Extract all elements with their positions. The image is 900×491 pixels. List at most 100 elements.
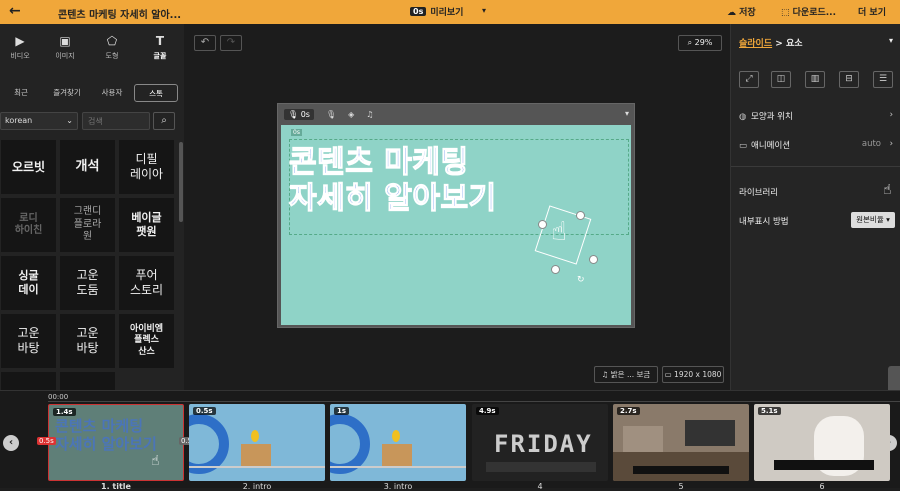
chevron-right-icon: › xyxy=(889,110,893,120)
clip-thumbnail[interactable]: 5.1s xyxy=(754,404,890,481)
scroll-left-icon[interactable]: ‹ xyxy=(3,435,19,451)
animation-row[interactable]: ▭ 애니메이션 auto › xyxy=(739,139,893,151)
search-icon[interactable]: ⌕ xyxy=(153,112,175,130)
preview-button[interactable]: 0s 미리보기 xyxy=(410,5,463,18)
background-music-button[interactable]: ♫ 밝은 ... 보금 xyxy=(594,366,658,383)
music-note-icon[interactable]: ♫ xyxy=(366,110,373,119)
timeline-ruler xyxy=(48,401,900,402)
animation-icon: ▭ xyxy=(739,141,748,151)
undo-icon[interactable]: ↶ xyxy=(194,35,216,51)
font-item[interactable]: 오르빗 xyxy=(1,140,56,194)
font-item[interactable]: 그랜디 플로라 원 xyxy=(60,198,115,252)
clip-thumbnail[interactable]: 4.9s FRIDAY xyxy=(472,404,608,481)
timecode: 00:00 xyxy=(48,393,69,401)
pointer-cursor-icon: ☝ xyxy=(883,182,892,198)
align-middle-horizontal-icon[interactable]: ⊟ xyxy=(839,71,859,88)
clip-label: 2. intro xyxy=(242,482,272,491)
font-item[interactable] xyxy=(60,372,115,390)
download-button[interactable]: ⬚ 다운로드... xyxy=(781,5,836,18)
align-rows-icon[interactable]: ☰ xyxy=(873,71,893,88)
clip-label: 4 xyxy=(537,482,543,491)
font-item[interactable]: 로디 하이친 xyxy=(1,198,56,252)
shape-icon: ⬠ xyxy=(106,34,118,48)
slide-toolbar: 🎙 0s 🎙 ◈ ♫ ▾ xyxy=(278,104,634,125)
tool-font[interactable]: T 글꼴 xyxy=(140,34,180,61)
tab-user[interactable]: 사용자 xyxy=(92,84,132,102)
breadcrumb-slide-link[interactable]: 슬라이드 xyxy=(739,39,772,49)
resize-handle[interactable] xyxy=(589,255,598,264)
clip-thumbnail[interactable]: 2.7s xyxy=(613,404,749,481)
tool-video[interactable]: ▶ 비디오 xyxy=(0,34,40,61)
clip-label: 3. intro xyxy=(383,482,413,491)
slide-canvas[interactable]: 0s 콘텐츠 마케팅 자세히 알아보기 ☝ ↻ xyxy=(281,125,631,325)
clip-thumbnail[interactable]: 1.4s 콘텐츠 마케팅 자세히 알아보기 ☝ xyxy=(48,404,184,481)
font-item[interactable]: 고운 바탕 xyxy=(60,314,115,368)
font-item[interactable]: 싱굴 데이 xyxy=(1,256,56,310)
zoom-control[interactable]: ⌕ 29% xyxy=(678,35,722,51)
clip-duration: 1.4s xyxy=(53,408,76,416)
panel-divider xyxy=(731,166,900,167)
resize-handle[interactable] xyxy=(551,265,560,274)
preview-dropdown-icon[interactable]: ▾ xyxy=(482,6,486,15)
text-icon: T xyxy=(155,34,165,48)
left-panel: ▶ 비디오 ▣ 이미지 ⬠ 도형 T 글꼴 최근 즐겨찾기 사용자 스톡 korean ⌄… xyxy=(0,24,184,390)
clip-duration: 5.1s xyxy=(758,407,781,415)
font-search-input[interactable] xyxy=(82,112,150,130)
top-bar: ← 콘텐츠 마케팅 자세히 알아... 0s 미리보기 ▾ ☁ 저장 ⬚ 다운로… xyxy=(0,0,900,24)
properties-panel: 슬라이드 > 요소 ▾ ⤢ ◫ ▥ ⊟ ☰ ◍ 모양과 위치 › ▭ 애니메이션 au… xyxy=(730,24,900,390)
tool-image[interactable]: ▣ 이미지 xyxy=(45,34,85,61)
preview-label: 미리보기 xyxy=(430,8,464,18)
slide-title-text[interactable]: 콘텐츠 마케팅 자세히 알아보기 xyxy=(288,144,496,217)
mic-icon[interactable]: 🎙 xyxy=(326,110,336,119)
clip-title-preview: 콘텐츠 마케팅 자세히 알아보기 xyxy=(55,417,157,453)
ratio-select[interactable]: 원본비율 ▾ xyxy=(851,212,895,228)
chevron-right-icon: › xyxy=(889,139,893,149)
project-title[interactable]: 콘텐츠 마케팅 자세히 알아... xyxy=(58,6,181,21)
clip-caption: FRIDAY xyxy=(494,430,593,458)
clip-duration: 0.5s xyxy=(193,407,216,415)
redo-icon[interactable]: ↷ xyxy=(220,35,242,51)
resize-handle[interactable] xyxy=(576,211,585,220)
clip-label: 5 xyxy=(678,482,684,491)
slide-frame: 🎙 0s 🎙 ◈ ♫ ▾ 0s 콘텐츠 마케팅 자세히 알아보기 ☝ ↻ xyxy=(277,103,635,328)
clip-duration: 4.9s xyxy=(476,407,499,415)
tool-shape[interactable]: ⬠ 도형 xyxy=(92,34,132,61)
font-item[interactable]: 개석 xyxy=(60,140,115,194)
canvas-area: ↶ ↷ ⌕ 29% 🎙 0s 🎙 ◈ ♫ ▾ 0s 콘텐츠 마케팅 자세히 알아… xyxy=(184,24,730,390)
clip-label: 1. title xyxy=(101,482,131,491)
font-item[interactable]: 디필 레이아 xyxy=(119,140,174,194)
clip-thumbnail[interactable]: 1s xyxy=(330,404,466,481)
fit-screen-icon[interactable]: ⤢ xyxy=(739,71,759,88)
font-list-scrollbar[interactable] xyxy=(179,142,183,222)
slide-menu-icon[interactable]: ▾ xyxy=(625,109,629,118)
font-item[interactable]: 고운 도둠 xyxy=(60,256,115,310)
font-item[interactable]: 아이비엠 플렉스 산스 xyxy=(119,314,174,368)
align-columns-icon[interactable]: ▥ xyxy=(805,71,825,88)
tab-favorites[interactable]: 즐겨찾기 xyxy=(46,84,88,102)
breadcrumb-current: 요소 xyxy=(785,39,803,49)
slide-time-chip[interactable]: 🎙 0s xyxy=(284,109,314,120)
resolution-button[interactable]: ▭ 1920 x 1080 xyxy=(662,366,724,383)
tab-stock[interactable]: 스톡 xyxy=(134,84,178,102)
clip-label: 6 xyxy=(819,482,825,491)
rotate-handle-icon[interactable]: ↻ xyxy=(577,275,585,285)
hand-cursor-icon: ☝ xyxy=(551,217,567,247)
panel-dropdown-icon[interactable]: ▾ xyxy=(889,36,893,45)
clip-marker[interactable]: 0.5s xyxy=(37,437,56,445)
more-button[interactable]: 더 보기 xyxy=(858,5,886,18)
transition-icon[interactable]: ◈ xyxy=(348,110,354,119)
clip-thumbnail[interactable]: 0.5s xyxy=(189,404,325,481)
font-item[interactable] xyxy=(1,372,56,390)
font-item[interactable]: 베이글 팻원 xyxy=(119,198,174,252)
breadcrumb: 슬라이드 > 요소 ▾ xyxy=(739,36,894,49)
layer-tag: 0s xyxy=(291,129,302,136)
language-select[interactable]: korean ⌄ xyxy=(0,112,78,130)
resize-handle[interactable] xyxy=(538,220,547,229)
align-center-vertical-icon[interactable]: ◫ xyxy=(771,71,791,88)
font-item[interactable]: 푸어 스토리 xyxy=(119,256,174,310)
shape-position-row[interactable]: ◍ 모양과 위치 › xyxy=(739,110,893,122)
back-arrow-icon[interactable]: ← xyxy=(9,3,21,19)
save-button[interactable]: ☁ 저장 xyxy=(727,5,756,18)
tab-recent[interactable]: 최근 xyxy=(4,84,38,102)
font-item[interactable]: 고운 바탕 xyxy=(1,314,56,368)
